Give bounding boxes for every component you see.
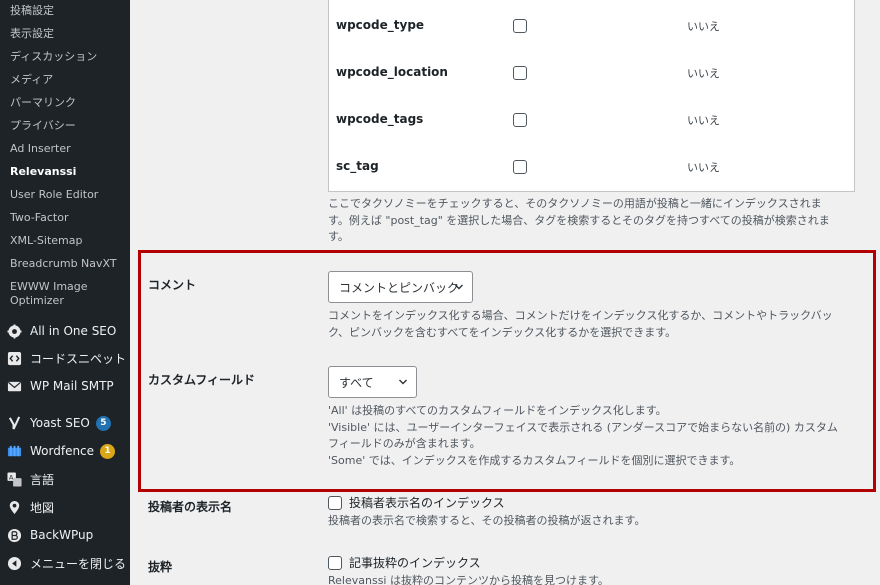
description-line: ここでタクソノミーをチェックすると、そのタクソノミーの用語が投稿と一緒にインデッ… (328, 197, 822, 210)
code-icon (7, 351, 22, 366)
excerpt-checkbox-row[interactable]: 記事抜粋のインデックス (328, 554, 481, 571)
update-count-badge: 5 (95, 415, 111, 431)
submenu-item-relevanssi[interactable]: Relevanssi (0, 165, 130, 179)
excerpt-label: 抜粋 (148, 560, 173, 574)
menu-item-label: 言語 (30, 472, 55, 487)
submenu-item-ad-inserter[interactable]: Ad Inserter (0, 142, 130, 156)
menu-item-code-snippets[interactable]: コードスニペット (0, 347, 130, 369)
menu-item-languages[interactable]: A 言語 (0, 468, 130, 490)
wordfence-icon (7, 444, 22, 459)
menu-item-label: コードスニペット (30, 351, 127, 366)
taxonomy-public-value: いいえ (687, 20, 720, 33)
submenu-item-ewww[interactable]: EWWW Image Optimizer (0, 280, 100, 308)
submenu-item-reading[interactable]: 表示設定 (0, 27, 130, 41)
svg-text:A: A (9, 473, 14, 481)
description-line: コメントをインデックス化する場合、コメントだけをインデックス化するか、コメントや… (328, 309, 833, 322)
taxonomy-name: sc_tag (336, 159, 379, 173)
index-taxonomy-checkbox[interactable] (513, 160, 527, 174)
custom-fields-description: 'All' は投稿のすべてのカスタムフィールドをインデックス化します。 'Vis… (328, 403, 868, 469)
menu-item-wp-mail-smtp[interactable]: WP Mail SMTP (0, 375, 130, 397)
submenu-item-permalinks[interactable]: パーマリンク (0, 96, 130, 110)
chevron-down-icon (455, 284, 463, 290)
description-line: 'Some' では、インデックスを作成するカスタムフィールドを個別に選択できます… (328, 453, 741, 467)
taxonomy-public-value: いいえ (687, 67, 720, 80)
submenu-item-breadcrumb-navxt[interactable]: Breadcrumb NavXT (0, 257, 130, 271)
description-line: す。 (328, 230, 349, 243)
description-line: 'Visible' には、ユーザーインターフェイスで表示される (アンダースコア… (328, 420, 838, 434)
description-line: フィールドのみが含まれます。 (328, 437, 481, 450)
submenu-item-user-role-editor[interactable]: User Role Editor (0, 188, 130, 202)
custom-fields-select[interactable]: すべて (328, 366, 417, 398)
map-pin-icon (7, 500, 22, 515)
yoast-icon (7, 416, 22, 431)
description-line: す。例えば "post_tag" を選択した場合、タグを検索するとそのタグを持つ… (328, 213, 830, 227)
description-line: 'All' は投稿のすべてのカスタムフィールドをインデックス化します。 (328, 404, 667, 417)
table-row: sc_tag いいえ (329, 141, 854, 188)
menu-item-label: メニューを閉じる (30, 556, 127, 571)
taxonomy-name: wpcode_location (336, 65, 448, 79)
menu-item-label: BackWPup (30, 528, 94, 542)
menu-item-label: WP Mail SMTP (30, 379, 114, 393)
table-row: wpcode_location いいえ (329, 47, 854, 94)
admin-sidebar: 投稿設定 表示設定 ディスカッション メディア パーマリンク プライバシー Ad… (0, 0, 130, 585)
submenu-item-writing[interactable]: 投稿設定 (0, 4, 130, 18)
menu-item-label: Wordfence (30, 444, 95, 458)
submenu-item-discussion[interactable]: ディスカッション (0, 50, 130, 64)
mail-icon (7, 379, 22, 394)
collapse-icon (7, 556, 22, 571)
custom-fields-select-value: すべて (339, 375, 374, 390)
submenu-item-two-factor[interactable]: Two-Factor (0, 211, 130, 225)
menu-item-label: All in One SEO (30, 324, 117, 338)
settings-content: wpcode_type いいえ wpcode_location いいえ wpco… (130, 0, 880, 585)
backwpup-icon (7, 528, 22, 543)
table-row: wpcode_type いいえ (329, 0, 854, 47)
author-description: 投稿者の表示名で検索すると、その投稿者の投稿が返されます。 (328, 514, 646, 527)
table-row: wpcode_tags いいえ (329, 94, 854, 141)
excerpt-checkbox-label[interactable]: 記事抜粋のインデックス (349, 554, 481, 571)
description-line: ク、ピンバックを含むすべてをインデックス化するかを選択できます。 (328, 325, 677, 339)
menu-item-map[interactable]: 地図 (0, 496, 130, 518)
menu-item-label: Yoast SEO (30, 416, 90, 430)
submenu-item-privacy[interactable]: プライバシー (0, 119, 130, 133)
menu-item-backwpup[interactable]: BackWPup (0, 524, 130, 546)
translate-icon: A (7, 471, 22, 487)
excerpt-description: Relevanssi は抜粋のコンテンツから投稿を見つけます。 (328, 574, 609, 585)
menu-item-aioseo[interactable]: All in One SEO (0, 320, 130, 342)
author-label: 投稿者の表示名 (148, 500, 233, 514)
taxonomy-public-value: いいえ (687, 114, 720, 127)
chevron-down-icon (399, 379, 407, 385)
author-checkbox-label[interactable]: 投稿者表示名のインデックス (349, 494, 505, 511)
taxonomy-name: wpcode_tags (336, 112, 424, 126)
menu-item-label: 地図 (30, 500, 55, 515)
menu-item-wordfence[interactable]: Wordfence 1 (0, 440, 130, 462)
taxonomy-name: wpcode_type (336, 18, 425, 32)
menu-item-yoast-seo[interactable]: Yoast SEO 5 (0, 412, 130, 434)
taxonomy-description: ここでタクソノミーをチェックすると、そのタクソノミーの用語が投稿と一緒にインデッ… (328, 196, 868, 246)
author-checkbox-row[interactable]: 投稿者表示名のインデックス (328, 494, 505, 511)
submenu-item-xml-sitemap[interactable]: XML-Sitemap (0, 234, 130, 248)
comments-select[interactable]: コメントとピンバック (328, 271, 473, 303)
notification-count-badge: 1 (100, 443, 116, 459)
submenu-item-media[interactable]: メディア (0, 73, 130, 87)
custom-fields-label: カスタムフィールド (148, 373, 256, 387)
index-taxonomy-checkbox[interactable] (513, 113, 527, 127)
index-taxonomy-checkbox[interactable] (513, 66, 527, 80)
comments-label: コメント (148, 278, 197, 292)
index-author-checkbox[interactable] (328, 495, 342, 510)
taxonomy-table: wpcode_type いいえ wpcode_location いいえ wpco… (328, 0, 855, 192)
index-excerpt-checkbox[interactable] (328, 555, 342, 570)
comments-select-value: コメントとピンバック (339, 280, 460, 295)
comments-description: コメントをインデックス化する場合、コメントだけをインデックス化するか、コメントや… (328, 308, 868, 341)
index-taxonomy-checkbox[interactable] (513, 19, 527, 33)
taxonomy-public-value: いいえ (687, 161, 720, 174)
collapse-menu-button[interactable]: メニューを閉じる (0, 552, 130, 574)
aioseo-icon (7, 323, 22, 339)
